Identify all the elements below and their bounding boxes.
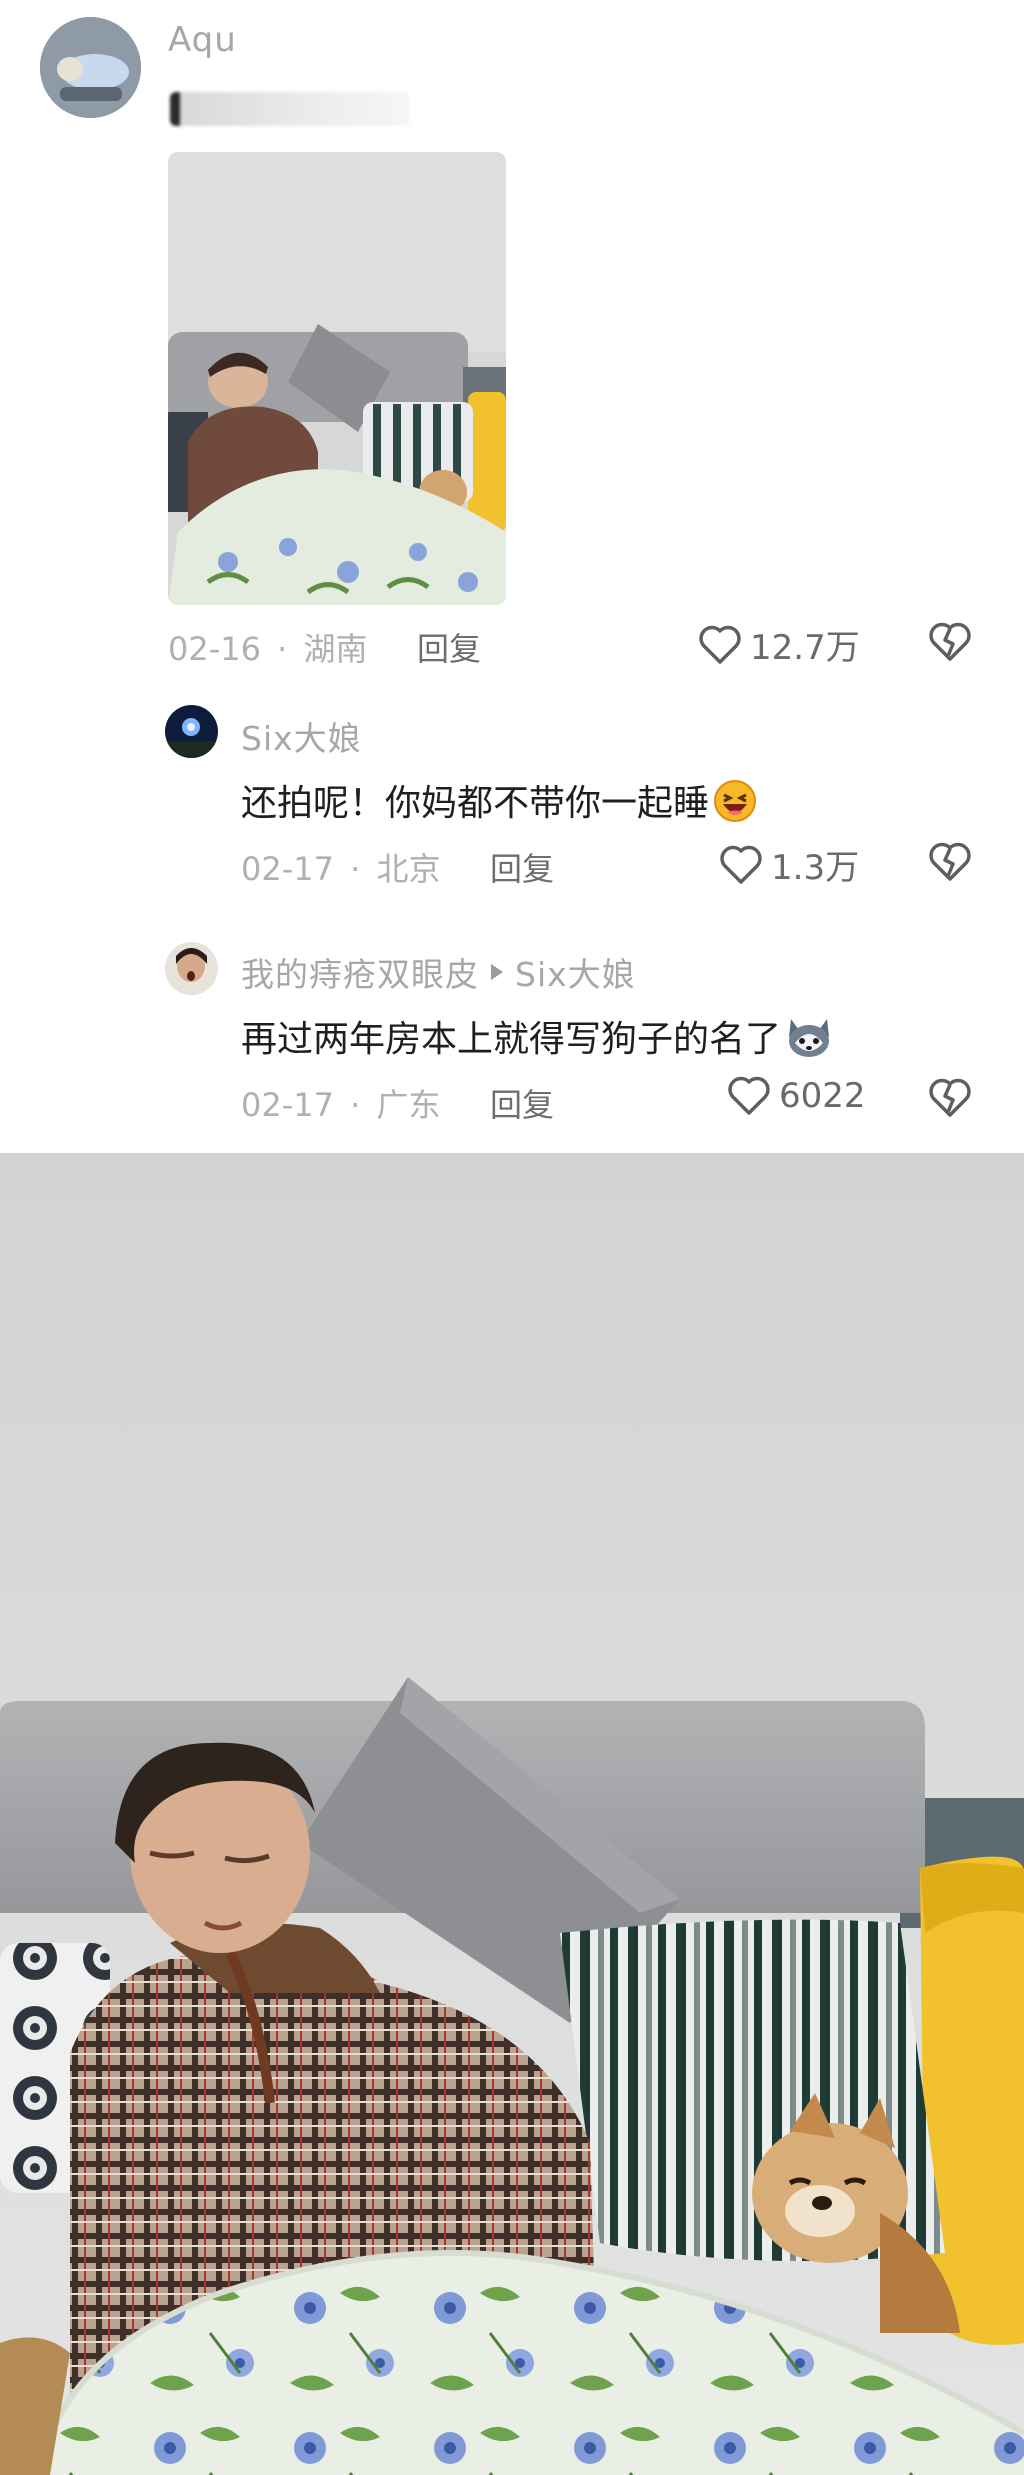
commenter-avatar[interactable] bbox=[40, 17, 141, 118]
reply-2-reply-to[interactable]: Six大娘 bbox=[515, 948, 636, 996]
heart-icon bbox=[727, 1076, 771, 1116]
reply-1-dislike-button[interactable] bbox=[928, 842, 972, 882]
reply-1-username[interactable]: Six大娘 bbox=[241, 712, 362, 760]
broken-heart-icon bbox=[928, 1078, 972, 1118]
comment-date: 02-16 bbox=[168, 630, 261, 668]
reply-1-location: 北京 bbox=[376, 850, 441, 888]
comment-dislike-button[interactable] bbox=[928, 622, 972, 662]
reply-2-username[interactable]: 我的痔疮双眼皮 bbox=[241, 948, 479, 996]
meta-separator: · bbox=[277, 630, 288, 668]
reply-2-text: 再过两年房本上就得写狗子的名了 bbox=[241, 1019, 782, 1060]
reply-1-meta: 02-17 · 北京 bbox=[241, 844, 441, 890]
reply-1-like-button[interactable]: 1.3万 bbox=[719, 840, 859, 889]
reply-1-avatar[interactable] bbox=[165, 705, 218, 758]
meta-separator: · bbox=[350, 850, 361, 888]
reply-1-reply-button[interactable]: 回复 bbox=[490, 844, 554, 890]
laughing-emoji-icon bbox=[713, 779, 757, 823]
broken-heart-icon bbox=[928, 842, 972, 882]
comment-meta: 02-16 · 湖南 bbox=[168, 624, 368, 670]
reply-2-like-count: 6022 bbox=[779, 1076, 866, 1116]
blurred-comment-text bbox=[170, 92, 410, 126]
reply-2-avatar[interactable] bbox=[165, 942, 218, 995]
reply-2-reply-button[interactable]: 回复 bbox=[490, 1080, 554, 1126]
reply-2-header: 我的痔疮双眼皮 Six大娘 bbox=[241, 948, 636, 996]
reply-1-text-line: 还拍呢！你妈都不带你一起睡 bbox=[241, 774, 757, 826]
reply-2-text-line: 再过两年房本上就得写狗子的名了 bbox=[241, 1010, 830, 1062]
comment-reply-button[interactable]: 回复 bbox=[417, 624, 481, 670]
reply-1-text: 还拍呢！你妈都不带你一起睡 bbox=[241, 783, 710, 824]
reply-2-date: 02-17 bbox=[241, 1086, 334, 1124]
reply-2-meta: 02-17 · 广东 bbox=[241, 1080, 441, 1126]
enlarged-photo bbox=[0, 1153, 1024, 2475]
reply-2-dislike-button[interactable] bbox=[928, 1078, 972, 1118]
comment-location: 湖南 bbox=[303, 630, 368, 668]
reply-1-like-count: 1.3万 bbox=[771, 848, 860, 888]
reply-2-location: 广东 bbox=[376, 1086, 441, 1124]
husky-emoji-icon bbox=[785, 1015, 830, 1059]
comment-photo-thumbnail[interactable] bbox=[168, 152, 506, 605]
commenter-username[interactable]: Aqu bbox=[168, 20, 237, 60]
meta-separator: · bbox=[350, 1086, 361, 1124]
reply-1-date: 02-17 bbox=[241, 850, 334, 888]
comment-like-button[interactable]: 12.7万 bbox=[698, 620, 860, 669]
broken-heart-icon bbox=[928, 622, 972, 662]
reply-2-like-button[interactable]: 6022 bbox=[727, 1076, 866, 1116]
comment-like-count: 12.7万 bbox=[750, 628, 860, 668]
heart-icon bbox=[698, 625, 742, 665]
heart-icon bbox=[719, 845, 763, 885]
reply-arrow-icon bbox=[489, 962, 505, 982]
